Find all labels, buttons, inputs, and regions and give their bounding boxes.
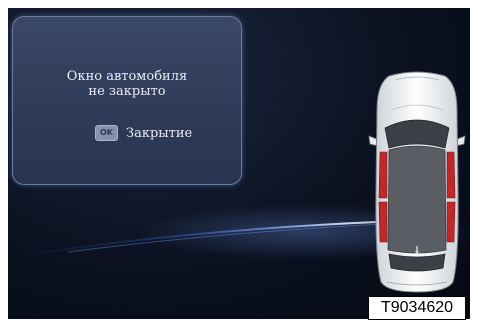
warning-message-line2: не закрыто (88, 84, 166, 99)
close-action-label: Закрытие (126, 125, 193, 141)
close-windows-action[interactable]: OK Закрытие (95, 125, 192, 141)
warning-message: Окно автомобиля не закрыто (13, 69, 241, 99)
figure-code-label: T9034620 (368, 296, 466, 320)
display-screen: Окно автомобиля не закрыто OK Закрытие (8, 8, 470, 319)
window-open-warning-dialog: Окно автомобиля не закрыто OK Закрытие (12, 16, 242, 185)
warning-message-line1: Окно автомобиля (66, 69, 188, 84)
ok-key-icon[interactable]: OK (95, 125, 118, 141)
car-top-view-icon (368, 71, 466, 293)
